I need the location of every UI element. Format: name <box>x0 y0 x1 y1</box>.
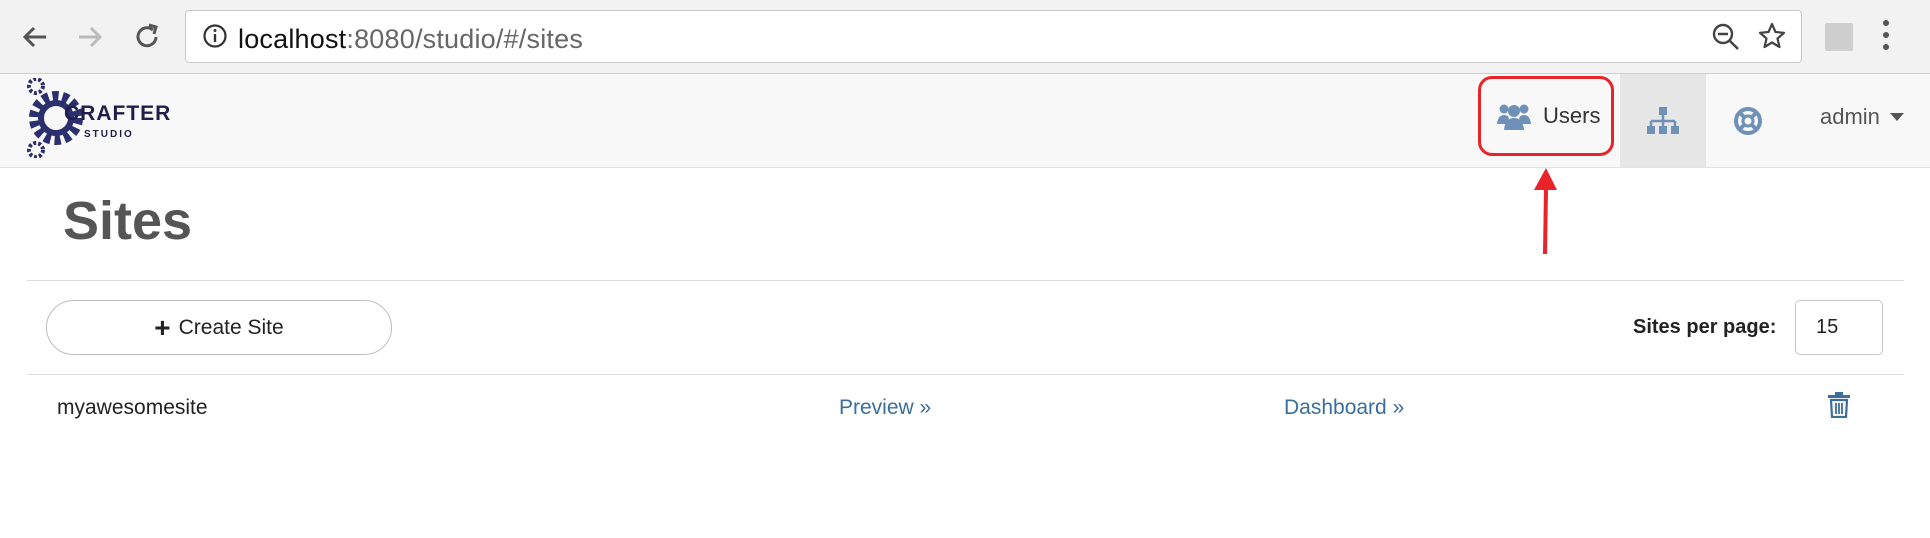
url-host: localhost <box>238 24 347 54</box>
browser-toolbar: localhost:8080/studio/#/sites <box>0 0 1930 74</box>
info-icon[interactable] <box>202 23 228 49</box>
zoom-out-icon[interactable] <box>1711 22 1741 52</box>
user-menu-dropdown[interactable]: admin <box>1820 104 1904 130</box>
back-button[interactable] <box>15 17 55 57</box>
create-site-label: Create Site <box>178 315 284 339</box>
kebab-menu-icon <box>1883 20 1889 50</box>
divider <box>27 374 1904 375</box>
sitemap-icon <box>1647 106 1679 134</box>
users-nav-button[interactable]: Users <box>1478 76 1614 156</box>
life-ring-icon <box>1734 106 1762 135</box>
users-label: Users <box>1543 103 1601 128</box>
forward-button[interactable] <box>70 17 110 57</box>
forward-arrow-icon <box>79 26 103 48</box>
logo-subtext: STUDIO <box>84 129 134 140</box>
site-name: myawesomesite <box>57 396 208 419</box>
extension-icon[interactable] <box>1825 23 1853 51</box>
user-menu-label: admin <box>1820 104 1880 129</box>
reload-button[interactable] <box>127 17 167 57</box>
dashboard-link[interactable]: Dashboard » <box>1284 396 1404 420</box>
trash-icon[interactable] <box>1828 392 1850 418</box>
address-bar[interactable]: localhost:8080/studio/#/sites <box>185 10 1802 63</box>
help-nav-button[interactable] <box>1706 74 1790 167</box>
page-title: Sites <box>63 191 193 251</box>
users-icon <box>1497 104 1531 130</box>
sites-nav-button[interactable] <box>1620 74 1706 167</box>
url-text[interactable]: localhost:8080/studio/#/sites <box>238 24 583 55</box>
sites-per-page-label: Sites per page: <box>1633 316 1777 338</box>
preview-link[interactable]: Preview » <box>839 396 931 420</box>
browser-menu-button[interactable] <box>1880 17 1892 58</box>
divider <box>27 280 1904 281</box>
url-path: :8080/studio/#/sites <box>346 24 584 54</box>
crafter-studio-logo[interactable]: CRAFTER STUDIO <box>26 78 170 158</box>
bookmark-star-icon[interactable] <box>1757 21 1787 51</box>
sites-per-page-input[interactable]: 15 <box>1795 300 1883 355</box>
logo-text: CRAFTER <box>64 102 172 125</box>
plus-icon: + <box>154 311 171 343</box>
site-list-item: myawesomesite Preview » Dashboard » <box>0 380 1930 436</box>
annotation-arrow-icon <box>1534 168 1557 255</box>
app-header: CRAFTER STUDIO Users admin <box>0 74 1930 168</box>
back-arrow-icon <box>22 26 46 48</box>
reload-icon <box>136 23 158 48</box>
create-site-button[interactable]: + Create Site <box>46 300 392 355</box>
chevron-down-icon <box>1889 113 1904 121</box>
